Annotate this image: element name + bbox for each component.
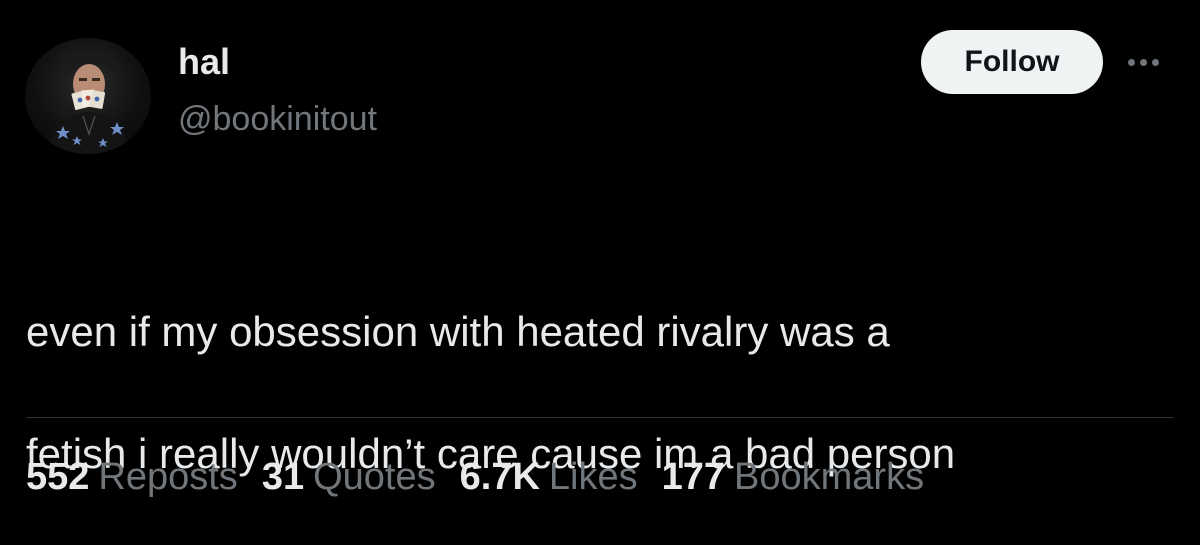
quotes-count: 31 — [261, 456, 305, 498]
profile-photo — [47, 49, 131, 154]
likes-label: Likes — [548, 456, 638, 498]
avatar[interactable] — [25, 38, 151, 154]
bookmarks-count: 177 — [661, 456, 726, 498]
bookmarks-stat[interactable]: 177 Bookmarks — [662, 453, 924, 501]
display-name[interactable]: hal — [178, 40, 230, 84]
likes-stat[interactable]: 6.7K Likes — [460, 453, 638, 501]
follow-button[interactable]: Follow — [921, 30, 1103, 94]
tweet-card: hal @bookinitout Follow even if my obses… — [0, 0, 1200, 544]
reposts-count: 552 — [26, 456, 90, 498]
engagement-stats: 552 Reposts 31 Quotes 6.7K Likes 177 Bookmar… — [26, 453, 948, 501]
more-options-button[interactable] — [1115, 44, 1171, 80]
bookmarks-label: Bookmarks — [734, 456, 925, 498]
more-dot — [1151, 58, 1159, 66]
more-horizontal-icon — [1127, 58, 1159, 66]
tweet-text-line: even if my obsession with heated rivalry… — [26, 308, 890, 355]
divider — [26, 417, 1174, 418]
reposts-stat[interactable]: 552 Reposts — [26, 453, 238, 501]
username-handle[interactable]: @bookinitout — [178, 98, 377, 140]
reposts-label: Reposts — [98, 456, 238, 498]
more-dot — [1127, 58, 1135, 66]
more-dot — [1139, 58, 1147, 66]
quotes-label: Quotes — [313, 456, 436, 498]
quotes-stat[interactable]: 31 Quotes — [262, 453, 436, 501]
likes-count: 6.7K — [459, 456, 540, 498]
